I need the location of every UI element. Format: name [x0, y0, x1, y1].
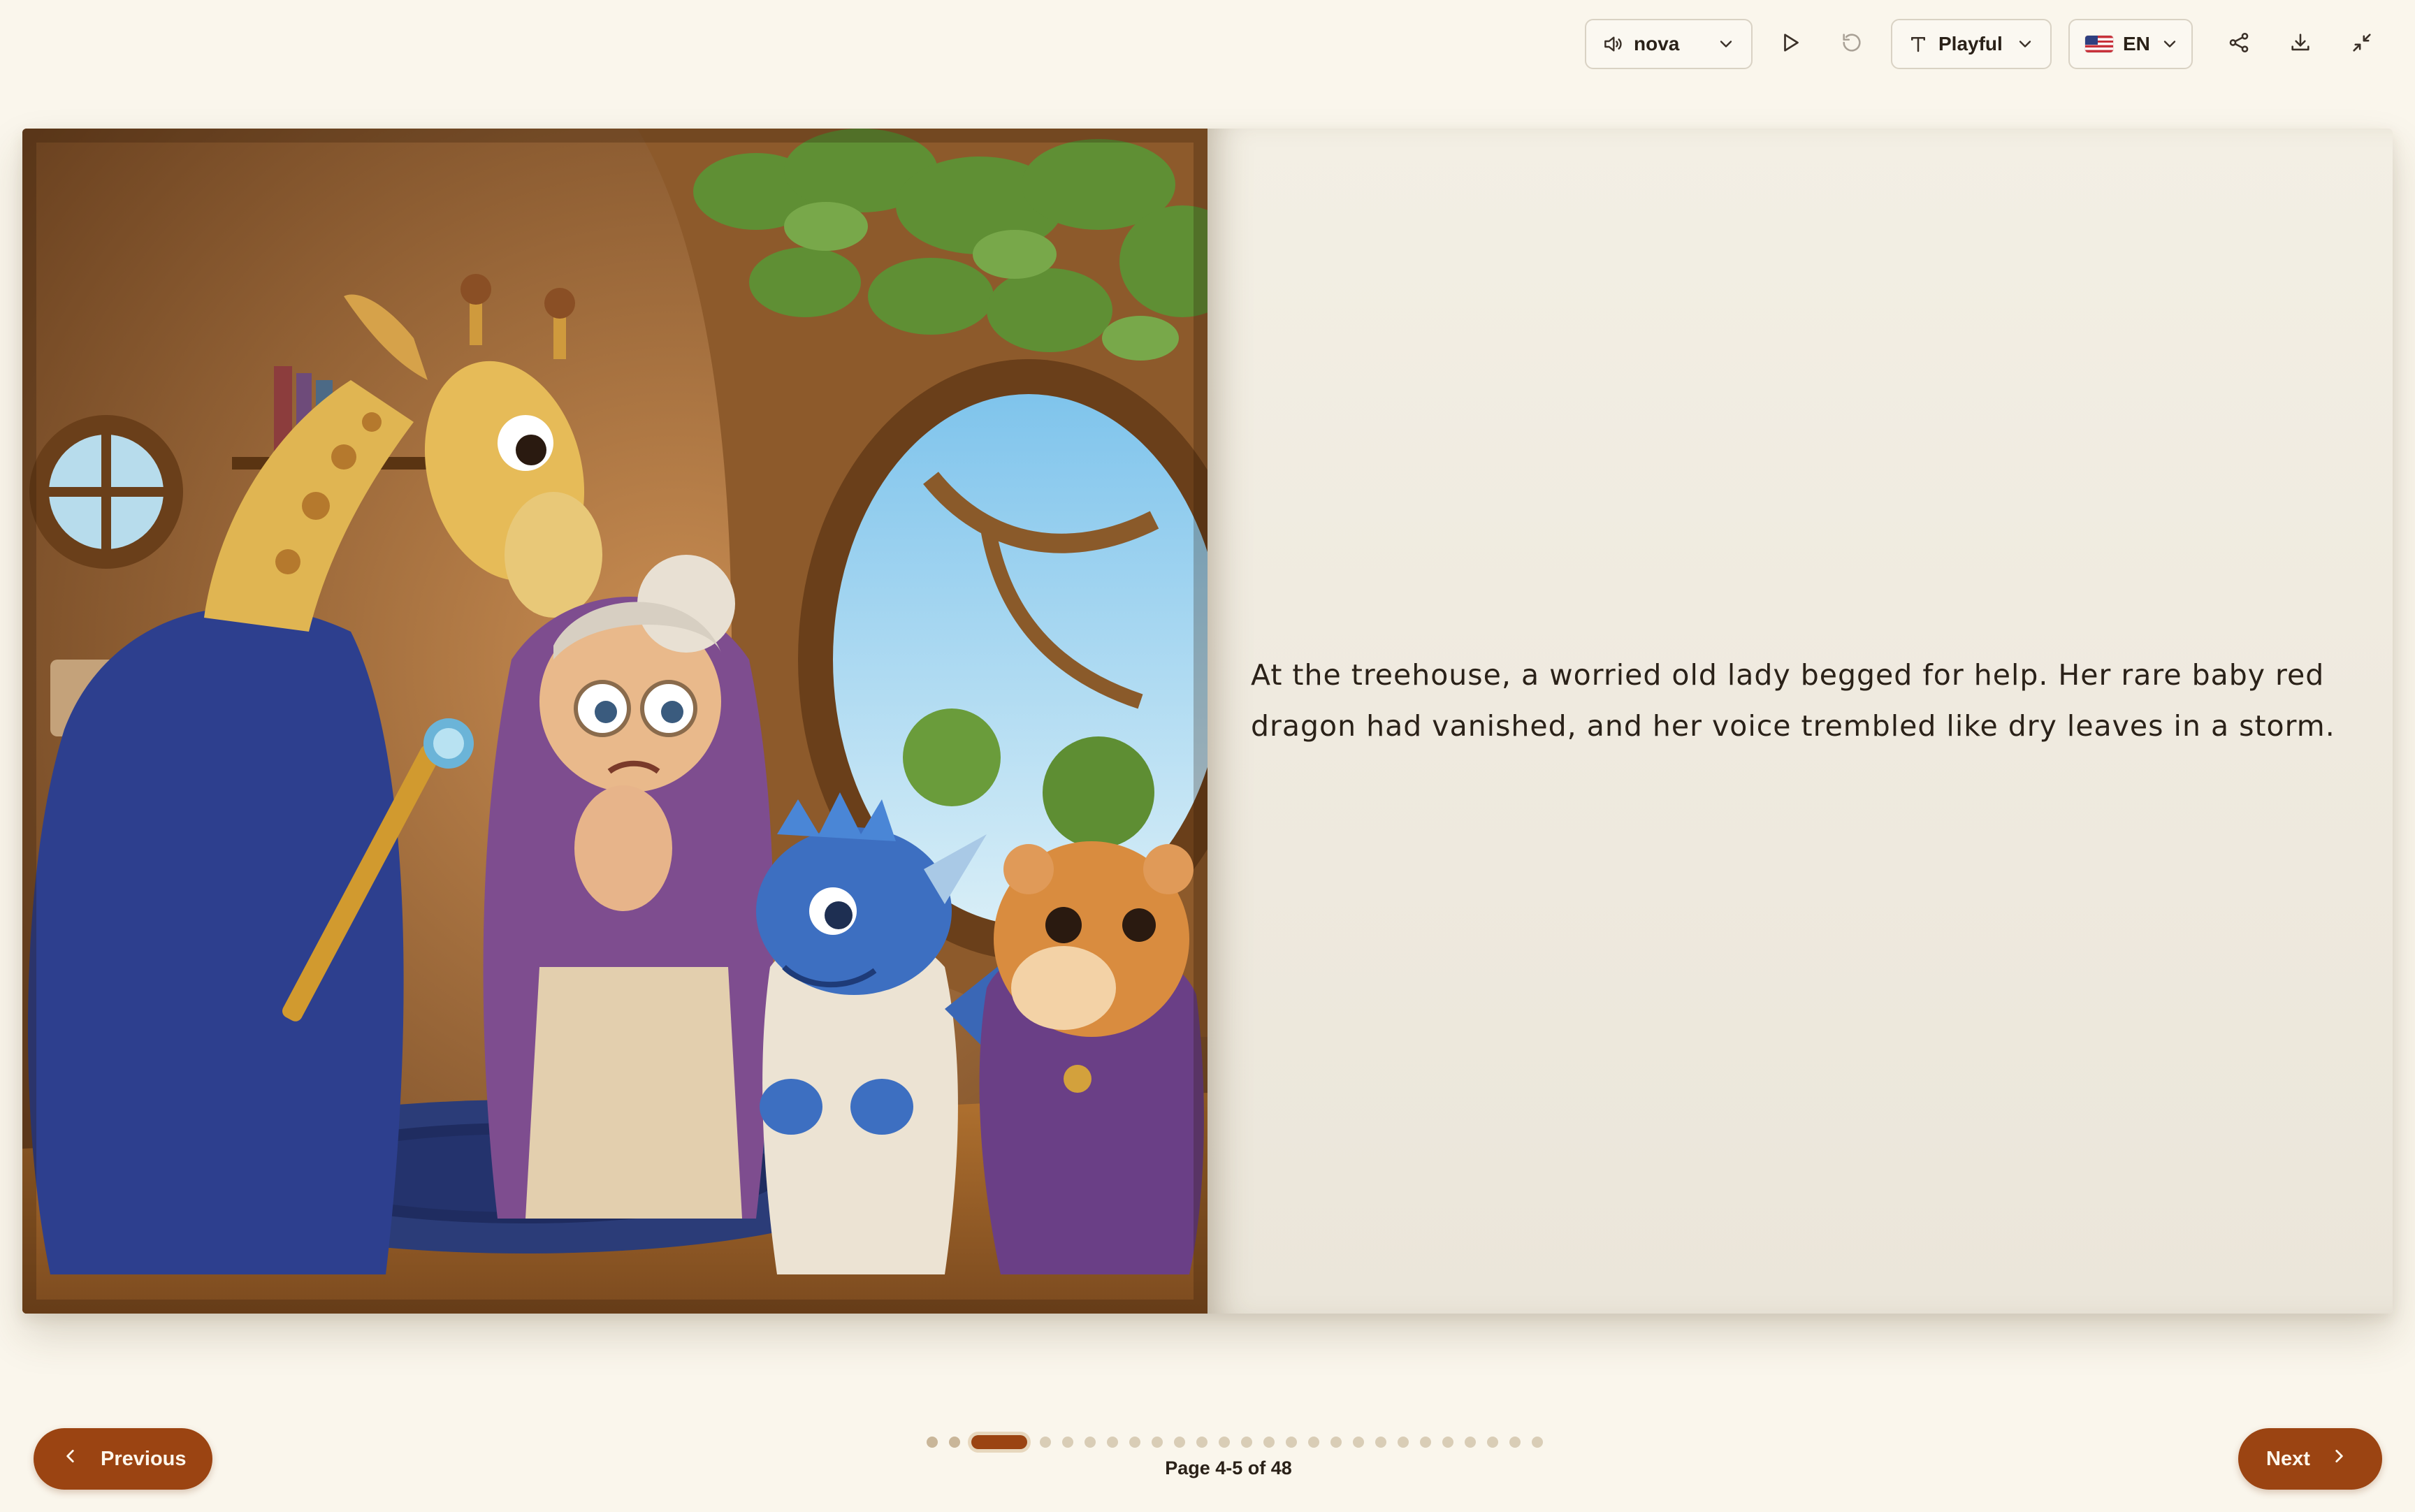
chevron-down-icon: [1716, 34, 1736, 54]
reset-button[interactable]: [1827, 19, 1877, 69]
language-value: EN: [2123, 33, 2150, 54]
story-text-page: At the treehouse, a worried old lady beg…: [1208, 129, 2393, 1314]
speaker-icon: [1602, 33, 1624, 55]
page-dot[interactable]: [1420, 1437, 1431, 1448]
story-illustration: [22, 129, 1208, 1314]
share-icon: [2227, 31, 2251, 58]
download-button[interactable]: [2275, 19, 2326, 69]
download-icon: [2289, 31, 2312, 58]
page-dot[interactable]: [1532, 1437, 1543, 1448]
page-dot[interactable]: [927, 1437, 938, 1448]
page-dot[interactable]: [1487, 1437, 1498, 1448]
chevron-down-icon: [2015, 34, 2035, 54]
page-dot[interactable]: [1286, 1437, 1297, 1448]
page-dot[interactable]: [1040, 1437, 1051, 1448]
chevron-left-icon: [61, 1447, 80, 1471]
refresh-icon: [1840, 31, 1864, 58]
page-dot[interactable]: [1085, 1437, 1096, 1448]
page-dot[interactable]: [1196, 1437, 1208, 1448]
previous-button[interactable]: Previous: [34, 1428, 212, 1490]
page-dots: [927, 1434, 1554, 1451]
page-dot[interactable]: [1330, 1437, 1342, 1448]
minimize-icon: [2350, 31, 2374, 58]
page-dot[interactable]: [1465, 1437, 1476, 1448]
text-type-icon: [1908, 34, 1929, 54]
voice-value: nova: [1634, 33, 1680, 54]
page-dot[interactable]: [1152, 1437, 1163, 1448]
page-dot[interactable]: [1509, 1437, 1521, 1448]
us-flag-icon: [2085, 36, 2113, 52]
play-icon: [1778, 30, 1803, 59]
page-dot[interactable]: [949, 1437, 960, 1448]
book-spread: At the treehouse, a worried old lady beg…: [22, 129, 2393, 1314]
chevron-down-icon: [2160, 34, 2180, 54]
share-button[interactable]: [2214, 19, 2264, 69]
next-label: Next: [2266, 1447, 2310, 1470]
page-dot[interactable]: [1308, 1437, 1319, 1448]
voice-select[interactable]: nova: [1585, 19, 1753, 69]
page-dot[interactable]: [1129, 1437, 1140, 1448]
next-button[interactable]: Next: [2238, 1428, 2382, 1490]
exit-fullscreen-button[interactable]: [2337, 19, 2387, 69]
font-style-select[interactable]: Playful: [1891, 19, 2052, 69]
page-dot[interactable]: [1353, 1437, 1364, 1448]
page-dot[interactable]: [1263, 1437, 1275, 1448]
page-indicator: Page 4-5 of 48: [1165, 1458, 1292, 1478]
play-button[interactable]: [1765, 19, 1815, 69]
page-dot[interactable]: [1219, 1437, 1230, 1448]
font-style-value: Playful: [1938, 33, 2003, 54]
page-dot[interactable]: [1442, 1437, 1453, 1448]
page-dot[interactable]: [1107, 1437, 1118, 1448]
previous-label: Previous: [101, 1447, 187, 1470]
page-dot[interactable]: [1398, 1437, 1409, 1448]
page-dot[interactable]: [1241, 1437, 1252, 1448]
page-dot[interactable]: [1375, 1437, 1386, 1448]
page-dot[interactable]: [1062, 1437, 1073, 1448]
chevron-right-icon: [2330, 1447, 2348, 1471]
page-dot[interactable]: [1174, 1437, 1185, 1448]
toolbar: nova Playful EN: [1585, 18, 2387, 70]
page-dot-active[interactable]: [971, 1435, 1027, 1449]
story-text: At the treehouse, a worried old lady beg…: [1251, 658, 2335, 743]
language-select[interactable]: EN: [2068, 19, 2193, 69]
